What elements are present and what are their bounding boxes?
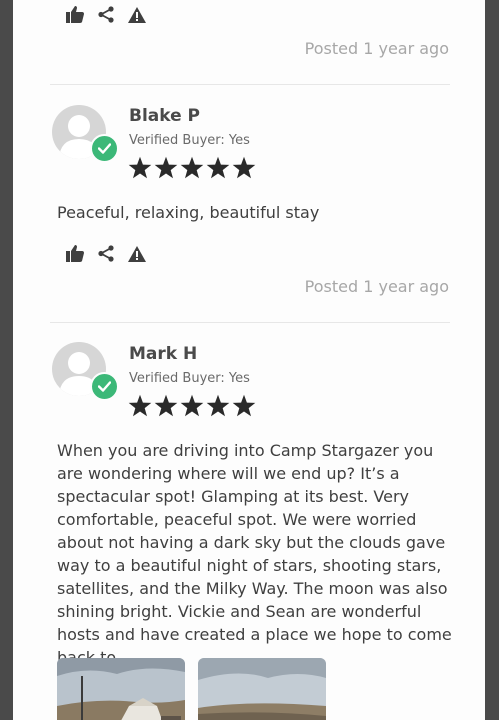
star-icon: [180, 394, 204, 417]
reviews-page: Posted 1 year ago Blake P Verified Buyer…: [13, 0, 485, 720]
star-icon: [128, 156, 152, 179]
review-text: Peaceful, relaxing, beautiful stay: [57, 203, 320, 222]
review-text: When you are driving into Camp Stargazer…: [57, 441, 452, 667]
star-icon: [232, 394, 256, 417]
star-icon: [206, 156, 230, 179]
share-icon[interactable]: [98, 6, 114, 23]
review-actions: [66, 245, 146, 262]
reviewer-name: Mark H: [129, 344, 198, 364]
verified-buyer: Verified Buyer: Yes: [129, 371, 250, 386]
review-photo[interactable]: [57, 658, 185, 720]
verified-buyer: Verified Buyer: Yes: [129, 133, 250, 148]
thumbs-up-icon[interactable]: [66, 6, 84, 23]
divider: [50, 84, 450, 85]
share-icon[interactable]: [98, 245, 114, 262]
posted-time: Posted 1 year ago: [304, 277, 449, 296]
rating-stars: [128, 156, 256, 180]
review-photo[interactable]: [198, 658, 326, 720]
star-icon: [206, 394, 230, 417]
rating-stars: [128, 394, 256, 418]
star-icon: [154, 156, 178, 179]
divider: [50, 322, 450, 323]
posted-time: Posted 1 year ago: [304, 39, 449, 58]
reviewer-name: Blake P: [129, 106, 201, 126]
star-icon: [180, 156, 204, 179]
thumbs-up-icon[interactable]: [66, 245, 84, 262]
review-actions: [66, 6, 146, 23]
star-icon: [128, 394, 152, 417]
check-badge-icon: [90, 134, 119, 163]
check-badge-icon: [90, 372, 119, 401]
star-icon: [154, 394, 178, 417]
star-icon: [232, 156, 256, 179]
warning-icon[interactable]: [128, 245, 146, 262]
warning-icon[interactable]: [128, 6, 146, 23]
